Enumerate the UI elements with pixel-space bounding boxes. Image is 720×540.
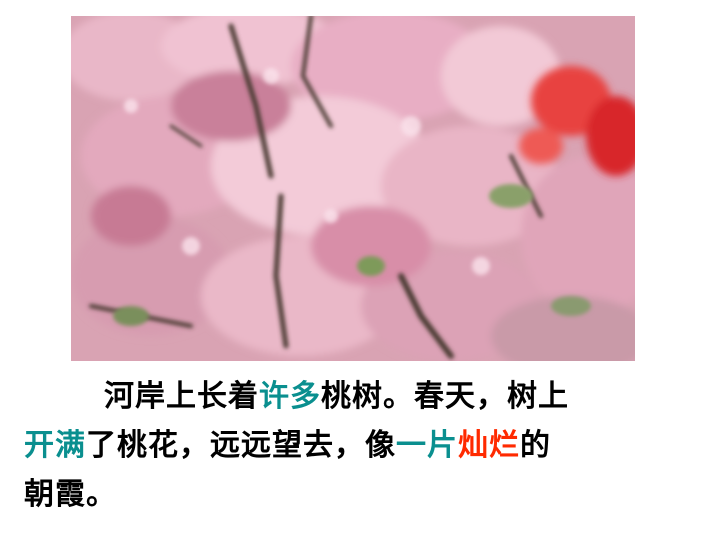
text-segment: 河岸上长着 xyxy=(104,379,259,414)
highlight-word: 许多 xyxy=(259,379,321,414)
highlight-word-red: 灿烂 xyxy=(458,428,520,463)
text-segment: 朝霞。 xyxy=(24,477,117,512)
highlight-word: 开满 xyxy=(24,428,86,463)
passage-text: 河岸上长着许多桃树。春天，树上 开满了桃花，远远望去，像一片灿烂的 朝霞。 xyxy=(24,372,696,519)
text-segment: 桃树。春天，树上 xyxy=(321,379,569,414)
passage-line-2: 开满了桃花，远远望去，像一片灿烂的 xyxy=(24,421,696,470)
passage-line-1: 河岸上长着许多桃树。春天，树上 xyxy=(24,372,696,421)
peach-blossom-photo xyxy=(71,16,635,361)
highlight-word: 一片 xyxy=(396,428,458,463)
text-segment: 的 xyxy=(520,428,551,463)
text-segment: 了桃花，远远望去，像 xyxy=(86,428,396,463)
passage-line-3: 朝霞。 xyxy=(24,470,696,519)
